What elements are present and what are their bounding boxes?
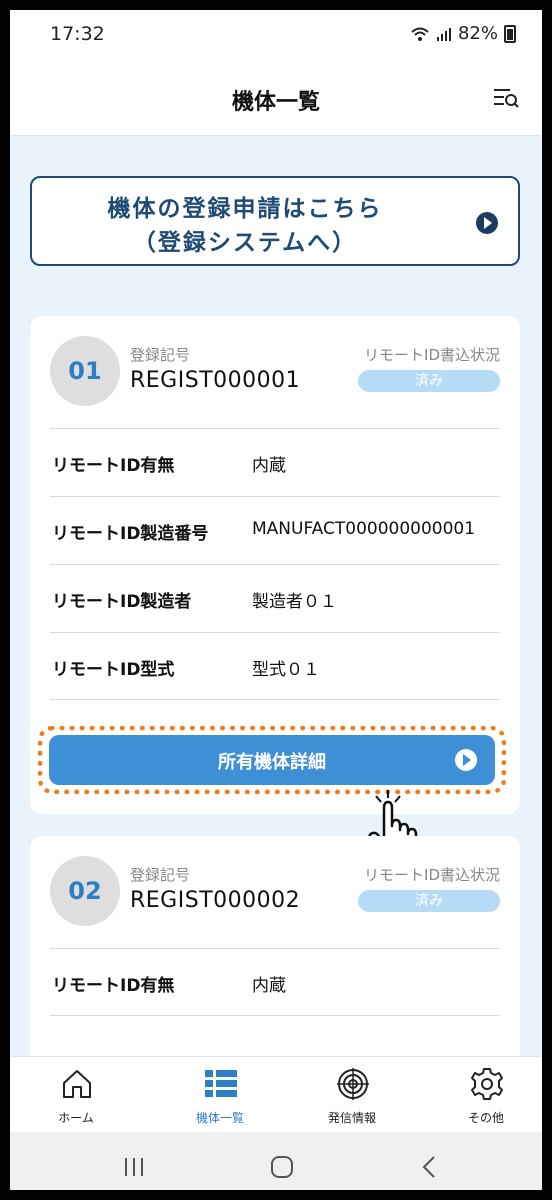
register-line1: 機体の登録申請はこちら	[107, 196, 383, 222]
aircraft-card: 01 登録記号 REGIST000001 リモートID書込状況 済み リモートI…	[30, 316, 520, 814]
signal-icon	[436, 27, 451, 41]
table-row: リモートID製造者 製造者０１	[50, 564, 500, 632]
filter-search-icon[interactable]	[492, 86, 520, 110]
row-value: 型式０１	[252, 660, 320, 680]
row-label: リモートID製造者	[52, 592, 192, 612]
table-row: リモートID有無 内蔵	[50, 948, 500, 1016]
play-circle-icon	[476, 212, 498, 234]
row-value: 内蔵	[252, 456, 286, 476]
table-row: リモートID型式 型式０１	[50, 632, 500, 700]
register-line2: （登録システムへ）	[132, 230, 358, 256]
home-button-icon[interactable]	[262, 1152, 302, 1182]
registration-label: 登録記号	[130, 866, 191, 884]
detail-button-label: 所有機体詳細	[218, 752, 326, 773]
row-label: リモートID有無	[52, 976, 175, 996]
back-icon[interactable]	[410, 1152, 450, 1182]
device-frame: 17:32 82% 機体一覧 機体の登録申請はこちら （登録システムへ） 01 …	[0, 0, 552, 1200]
nav-item-other[interactable]: その他	[426, 1057, 542, 1133]
register-banner-button[interactable]: 機体の登録申請はこちら （登録システムへ）	[30, 176, 520, 266]
app-header: 機体一覧	[10, 60, 542, 136]
nav-item-home[interactable]: ホーム	[16, 1057, 136, 1133]
row-value: 内蔵	[252, 976, 286, 996]
card-detail-rows: リモートID有無 内蔵	[50, 948, 500, 1016]
remote-id-status-label: リモートID書込状況	[364, 346, 500, 364]
registration-number: REGIST000001	[130, 368, 301, 393]
status-indicators: 82%	[410, 23, 516, 44]
row-value: MANUFACT000000000001	[252, 519, 476, 539]
nav-label: ホーム	[58, 1111, 94, 1125]
row-label: リモートID型式	[52, 660, 175, 680]
card-number-badge: 02	[50, 856, 120, 926]
wifi-icon	[411, 27, 429, 41]
nav-label: 発信情報	[327, 1111, 376, 1125]
nav-label: その他	[467, 1111, 504, 1125]
registration-number: REGIST000002	[130, 888, 301, 913]
card-detail-rows: リモートID有無 内蔵 リモートID製造番号 MANUFACT000000000…	[50, 428, 500, 700]
row-label: リモートID製造番号	[52, 524, 209, 544]
recent-apps-icon[interactable]	[114, 1152, 154, 1182]
register-banner-text: 機体の登録申請はこちら （登録システムへ）	[32, 192, 458, 260]
gear-icon	[471, 1068, 503, 1100]
home-icon	[63, 1070, 91, 1098]
remote-id-status-badge: 済み	[358, 370, 500, 392]
remote-id-status-label: リモートID書込状況	[364, 866, 500, 884]
list-icon	[205, 1070, 237, 1097]
table-row: リモートID製造番号 MANUFACT000000000001	[50, 496, 500, 564]
row-value: 製造者０１	[252, 592, 337, 612]
status-time: 17:32	[50, 23, 105, 45]
remote-id-status-badge: 済み	[358, 890, 500, 912]
detail-button-highlight: 所有機体詳細	[38, 726, 506, 794]
table-row: リモートID有無 内蔵	[50, 428, 500, 496]
aircraft-detail-button[interactable]: 所有機体詳細	[49, 735, 495, 785]
row-label: リモートID有無	[52, 456, 175, 476]
bottom-nav: ホーム 機体一覧 発信情報 その他	[10, 1056, 542, 1132]
nav-item-broadcast-info[interactable]: 発信情報	[292, 1057, 412, 1133]
nav-item-aircraft-list[interactable]: 機体一覧	[160, 1057, 280, 1133]
play-circle-icon	[455, 749, 477, 771]
battery-percent: 82%	[457, 23, 498, 44]
status-bar: 17:32 82%	[10, 10, 542, 60]
card-number-badge: 01	[50, 336, 120, 406]
screen: 17:32 82% 機体一覧 機体の登録申請はこちら （登録システムへ） 01 …	[10, 10, 542, 1190]
system-nav-bar	[10, 1132, 542, 1190]
nav-label: 機体一覧	[195, 1111, 244, 1125]
registration-label: 登録記号	[130, 346, 191, 364]
battery-icon	[504, 24, 516, 43]
page-title: 機体一覧	[231, 90, 320, 115]
target-icon	[337, 1068, 369, 1100]
